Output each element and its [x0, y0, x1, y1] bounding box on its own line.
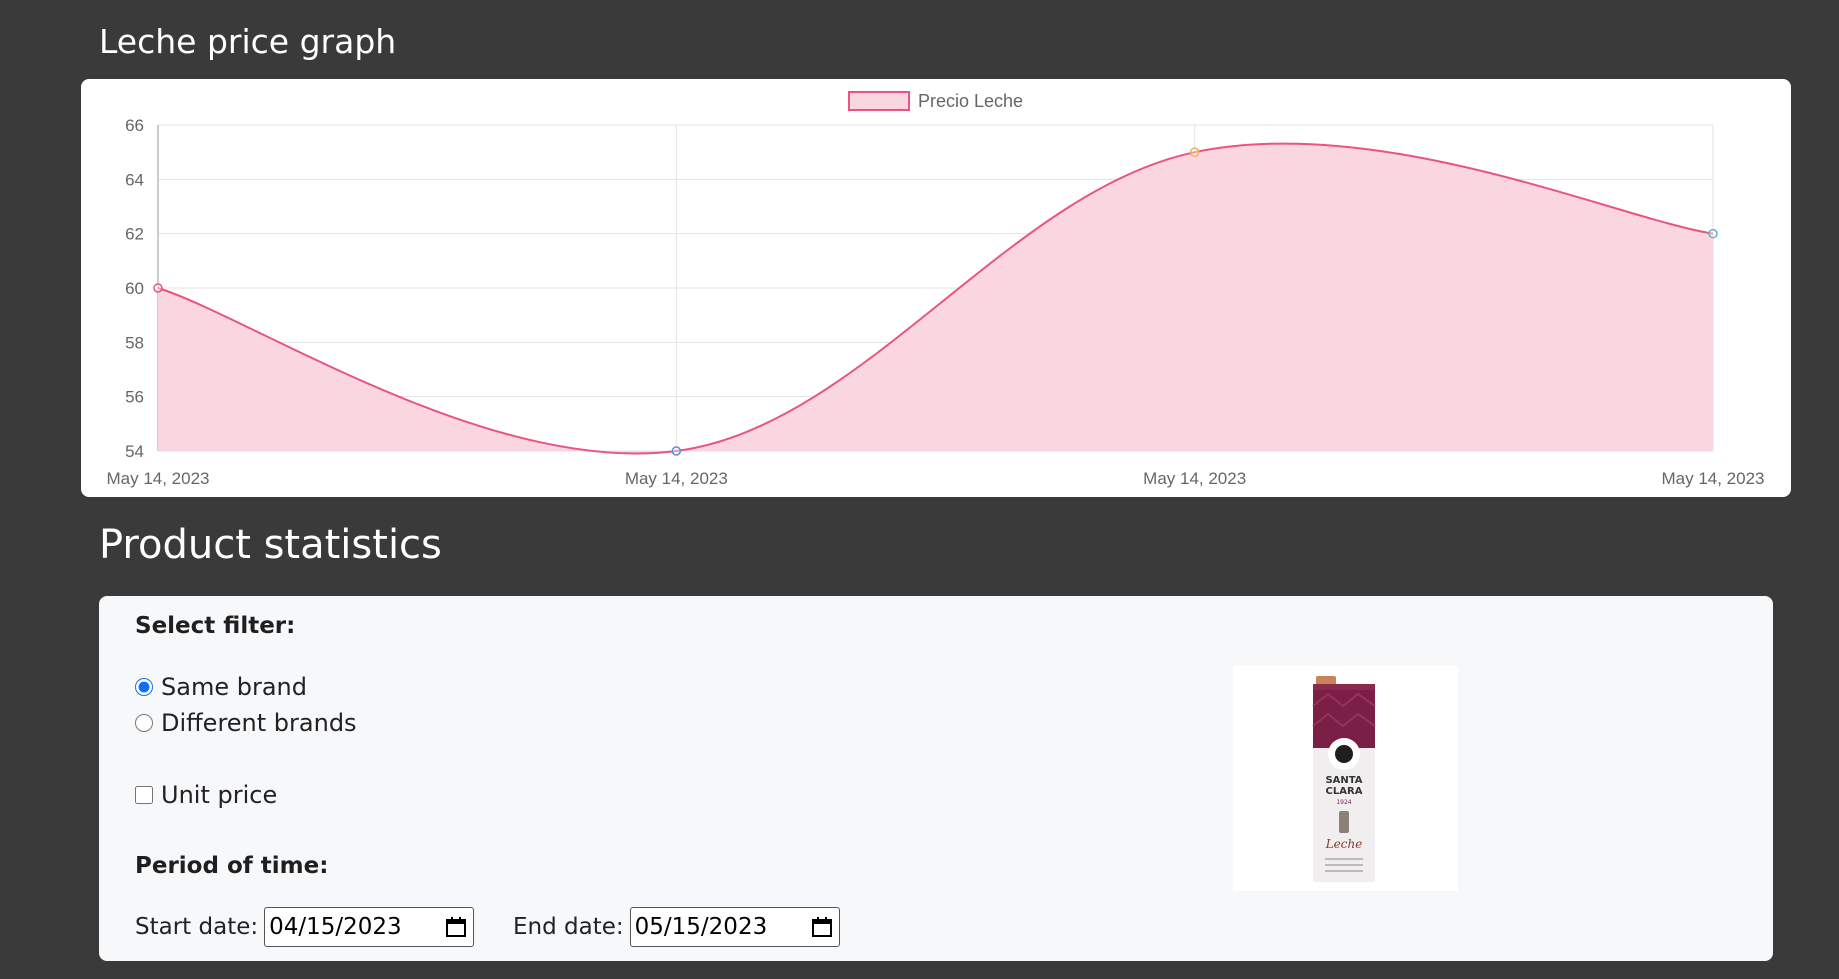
svg-text:Leche: Leche — [1325, 837, 1363, 851]
same-brand-label: Same brand — [161, 673, 307, 701]
unit-price-option[interactable]: Unit price — [135, 781, 277, 809]
start-date-row: Start date: 04/15/2023 — [135, 907, 475, 947]
y-tick-label: 60 — [125, 279, 144, 298]
y-tick-label: 64 — [125, 170, 144, 189]
stats-card: Select filter: Same brand Different bran… — [99, 596, 1773, 961]
legend-swatch[interactable] — [848, 91, 910, 111]
y-tick-label: 58 — [125, 333, 144, 352]
calendar-icon[interactable] — [811, 916, 833, 938]
svg-text:SANTA: SANTA — [1325, 775, 1362, 786]
calendar-icon[interactable] — [445, 916, 467, 938]
y-tick-label: 62 — [125, 225, 144, 244]
same-brand-option[interactable]: Same brand — [135, 673, 307, 701]
stats-title: Product statistics — [99, 522, 442, 568]
milk-carton-image: SANTA CLARA 1924 Leche — [1312, 676, 1376, 882]
unit-price-label: Unit price — [161, 781, 278, 809]
end-date-input[interactable]: 05/15/2023 — [629, 907, 840, 947]
unit-price-checkbox[interactable] — [135, 786, 153, 804]
svg-text:1924: 1924 — [1336, 799, 1351, 806]
svg-text:CLARA: CLARA — [1326, 786, 1363, 797]
data-point[interactable] — [1189, 147, 1200, 157]
different-brands-option[interactable]: Different brands — [135, 709, 357, 737]
select-filter-label: Select filter: — [135, 613, 296, 639]
start-date-input[interactable]: 04/15/2023 — [264, 907, 475, 947]
end-date-row: End date: 05/15/2023 — [513, 907, 840, 947]
period-label: Period of time: — [135, 853, 329, 879]
different-brands-radio[interactable] — [135, 714, 153, 732]
y-tick-label: 56 — [125, 388, 144, 407]
x-tick-label: May 14, 2023 — [1661, 469, 1764, 488]
start-date-label: Start date: — [135, 914, 259, 940]
chart-card: 54 56 58 60 62 64 66 May 14, 2023 May 14, 2023 M… — [81, 79, 1791, 497]
same-brand-radio[interactable] — [135, 678, 153, 696]
price-chart: 54 56 58 60 62 64 66 May 14, 2023 May 14, 2023 M… — [106, 91, 1765, 488]
different-brands-label: Different brands — [161, 709, 357, 737]
x-tick-label: May 14, 2023 — [625, 469, 728, 488]
data-point[interactable] — [153, 283, 163, 293]
legend-label[interactable]: Precio Leche — [918, 91, 1023, 111]
end-date-value: 05/15/2023 — [634, 914, 768, 940]
y-tick-label: 54 — [125, 442, 144, 461]
data-point[interactable] — [1708, 228, 1718, 239]
x-tick-label: May 14, 2023 — [106, 469, 209, 488]
start-date-value: 04/15/2023 — [269, 914, 402, 940]
end-date-label: End date: — [513, 914, 624, 940]
data-point[interactable] — [671, 446, 682, 456]
graph-title: Leche price graph — [99, 22, 397, 61]
product-image: SANTA CLARA 1924 Leche — [1233, 666, 1458, 891]
y-tick-label: 66 — [125, 116, 144, 135]
x-tick-label: May 14, 2023 — [1143, 469, 1246, 488]
area-fill — [158, 143, 1713, 454]
